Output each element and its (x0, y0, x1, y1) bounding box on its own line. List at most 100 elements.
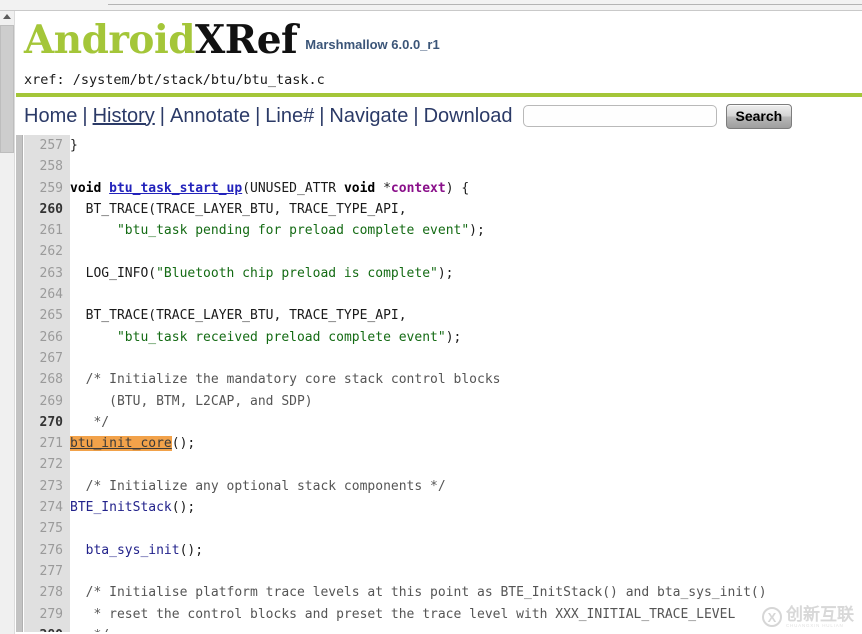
code-line-text: (BTU, BTM, L2CAP, and SDP) (70, 394, 313, 409)
nav-link-line-number[interactable]: Line# (265, 105, 314, 128)
line-number-257[interactable]: 257 (24, 135, 70, 157)
masthead: AndroidXRef Marshmallow 6.0.0_r1 (16, 11, 862, 67)
code-token: */ (70, 628, 109, 632)
code-line: 277 (24, 560, 767, 583)
browser-chrome-strip (0, 0, 862, 11)
code-scroll-gutter[interactable] (16, 135, 23, 632)
line-number-260[interactable]: 260 (24, 198, 70, 221)
nav-separator: | (319, 104, 325, 127)
code-symbol-link[interactable]: bta_sys_init (86, 543, 180, 558)
code-token: (); (171, 500, 196, 516)
line-number-258[interactable]: 258 (24, 156, 70, 178)
code-line: 265 BT_TRACE(TRACE_LAYER_BTU, TRACE_TYPE… (24, 305, 767, 327)
xref-path-text: xref: /system/bt/stack/btu/btu_task.c (24, 72, 325, 88)
nav-link-history[interactable]: History (93, 105, 155, 128)
line-number-280[interactable]: 280 (24, 624, 70, 632)
line-number-261[interactable]: 261 (24, 220, 70, 242)
code-line: 270 */ (24, 411, 767, 434)
source-code-viewport: 257} 258 259 void btu_task_start_up(UNUSED_… (16, 135, 862, 632)
line-number-278[interactable]: 278 (24, 582, 70, 604)
code-token: context (390, 180, 446, 196)
line-number-267[interactable]: 267 (24, 347, 70, 370)
code-line-text: "btu_task pending for preload complete e… (70, 223, 485, 238)
scrollbar-thumb[interactable] (0, 25, 14, 153)
nav-link-annotate[interactable]: Annotate (170, 105, 250, 128)
code-line-text: BTE_InitStack(); (70, 500, 195, 515)
code-line-text: btu_init_core(); (70, 436, 196, 452)
line-number-274[interactable]: 274 (24, 497, 70, 519)
code-token: ) { (445, 180, 470, 196)
line-number-266[interactable]: 266 (24, 326, 70, 348)
code-line: 266 "btu_task received preload complete … (24, 326, 767, 348)
line-number-270[interactable]: 270 (24, 411, 70, 434)
line-number-272[interactable]: 272 (24, 454, 70, 476)
search-input[interactable] (522, 105, 717, 127)
code-line-text: * reset the control blocks and preset th… (70, 607, 735, 622)
code-line-text: */ (70, 415, 109, 430)
page-vertical-scrollbar[interactable] (0, 11, 15, 634)
code-line-text: BT_TRACE(TRACE_LAYER_BTU, TRACE_TYPE_API… (70, 202, 407, 217)
code-token: /* Initialize any optional stack compone… (70, 478, 446, 494)
search-button[interactable]: Search (725, 103, 793, 129)
code-token: * (375, 180, 391, 196)
code-token: ( (242, 180, 251, 196)
site-logo[interactable]: AndroidXRef Marshmallow 6.0.0_r1 (24, 21, 862, 60)
scroll-up-arrow-icon[interactable] (3, 14, 11, 19)
code-line: 280 */ (24, 624, 767, 632)
code-token: "btu_task received preload complete even… (116, 329, 446, 345)
code-line: 272 (24, 454, 767, 476)
code-line-text: /* Initialize any optional stack compone… (70, 479, 446, 494)
code-symbol-link[interactable]: btu_init_core (70, 436, 172, 452)
line-number-268[interactable]: 268 (24, 369, 70, 391)
code-line: 278 /* Initialise platform trace levels … (24, 582, 767, 604)
code-token: /* Initialise platform trace levels at t… (70, 585, 767, 601)
code-line: 259 void btu_task_start_up(UNUSED_ATTR vo… (24, 177, 767, 199)
code-symbol-link[interactable]: BTE_InitStack (70, 500, 172, 515)
code-token: /* Initialize the mandatory core stack c… (70, 372, 501, 388)
line-number-276[interactable]: 276 (24, 539, 70, 561)
code-line: 264 (24, 284, 767, 306)
code-line: 269 (BTU, BTM, L2CAP, and SDP) (24, 390, 767, 412)
line-number-275[interactable]: 275 (24, 518, 70, 540)
code-line: 273 /* Initialize any optional stack com… (24, 475, 767, 498)
line-number-264[interactable]: 264 (24, 284, 70, 306)
code-token: (BTU, BTM, L2CAP, and SDP) (70, 393, 313, 409)
line-number-279[interactable]: 279 (24, 603, 70, 625)
code-symbol-link[interactable]: btu_task_start_up (109, 181, 242, 196)
logo-text-xref: XRef (195, 17, 298, 63)
code-line: 263 LOG_INFO("Bluetooth chip preload is … (24, 262, 767, 285)
nav-separator: | (255, 104, 261, 127)
logo-text-android: Android (24, 17, 196, 63)
code-line-text: /* Initialize the mandatory core stack c… (70, 372, 501, 388)
line-number-269[interactable]: 269 (24, 390, 70, 412)
code-token: void (70, 180, 102, 196)
nav-link-download[interactable]: Download (424, 105, 513, 128)
code-token: (); (171, 436, 196, 452)
line-number-262[interactable]: 262 (24, 241, 70, 263)
main-navigation: Home | History | Annotate | Line# | Navi… (16, 97, 862, 133)
code-line: 274 BTE_InitStack(); (24, 497, 767, 519)
code-line-text: BT_TRACE(TRACE_LAYER_BTU, TRACE_TYPE_API… (70, 308, 407, 323)
line-number-271[interactable]: 271 (24, 433, 70, 455)
line-number-265[interactable]: 265 (24, 305, 70, 327)
code-line-text: LOG_INFO("Bluetooth chip preload is comp… (70, 266, 454, 281)
code-token: * reset the control blocks and preset th… (70, 606, 736, 622)
code-token: ); (445, 329, 462, 345)
code-token: void (343, 180, 376, 196)
nav-link-home[interactable]: Home (24, 105, 77, 128)
line-number-263[interactable]: 263 (24, 262, 70, 285)
page-body: AndroidXRef Marshmallow 6.0.0_r1 xref: /s… (16, 11, 862, 634)
code-line: 262 (24, 241, 767, 263)
code-line: 267 (24, 347, 767, 370)
line-number-259[interactable]: 259 (24, 177, 70, 199)
nav-link-navigate[interactable]: Navigate (329, 105, 408, 128)
line-number-277[interactable]: 277 (24, 560, 70, 583)
chrome-divider-line (108, 4, 862, 5)
code-token: ); (469, 223, 485, 239)
code-line: 279 * reset the control blocks and prese… (24, 603, 767, 625)
line-number-273[interactable]: 273 (24, 475, 70, 498)
